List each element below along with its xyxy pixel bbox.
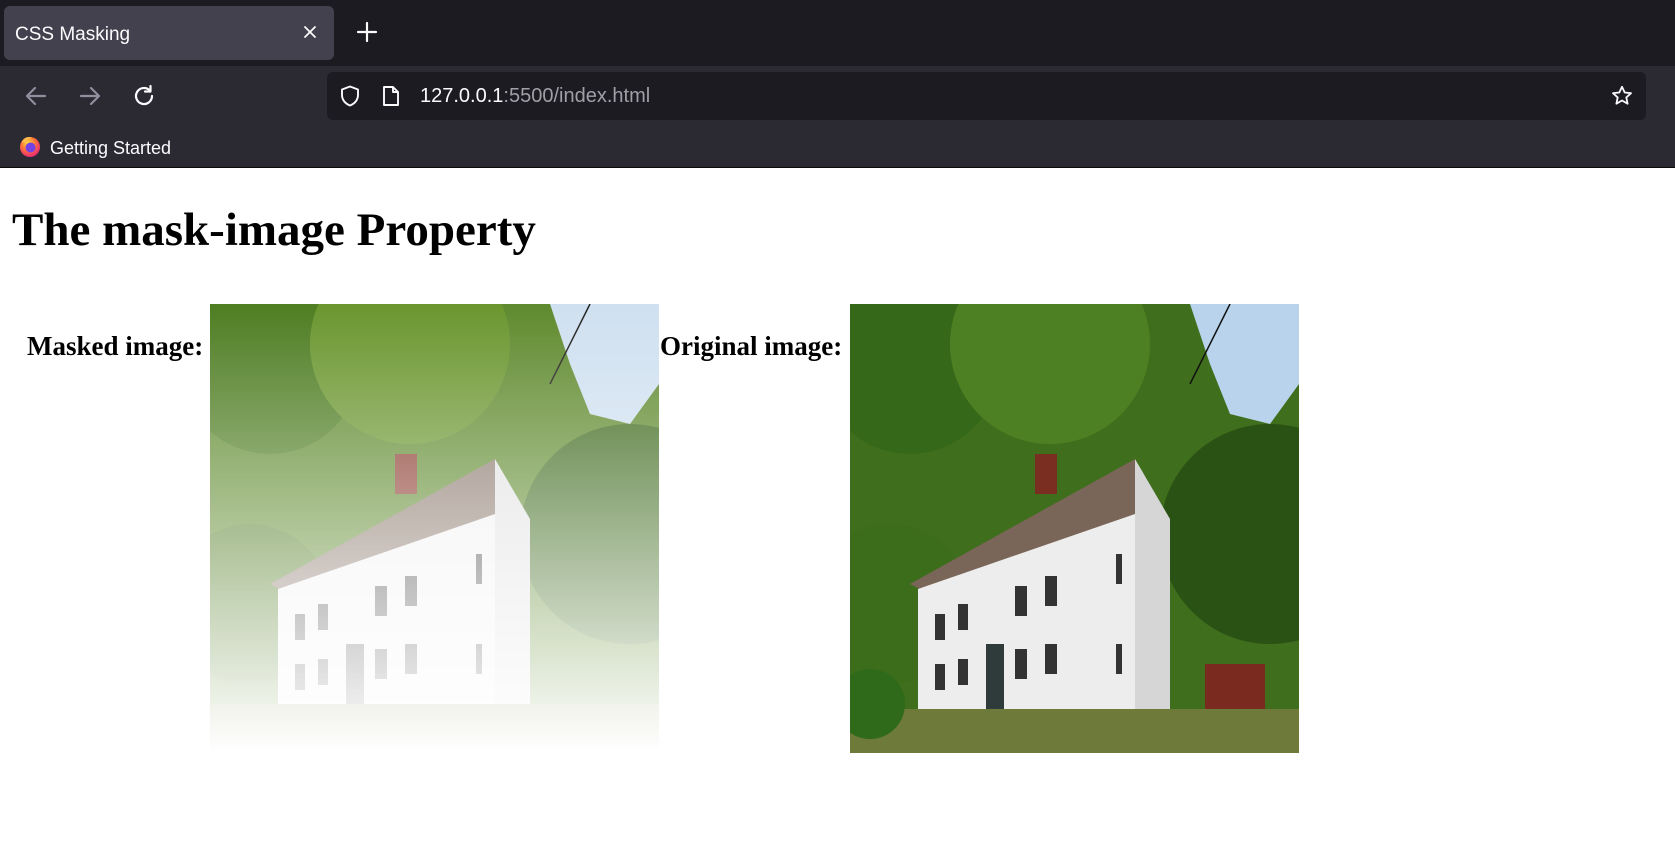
- original-house-image: [850, 304, 1299, 753]
- tab-strip: CSS Masking: [0, 0, 1675, 66]
- shield-icon[interactable]: [338, 84, 362, 108]
- page-title: The mask-image Property: [12, 204, 536, 256]
- original-image-label: Original image:: [660, 331, 843, 361]
- tab-css-masking[interactable]: CSS Masking: [4, 6, 334, 60]
- masked-image-label: Masked image:: [27, 331, 204, 361]
- url-host: 127.0.0.1: [420, 85, 504, 107]
- url-text[interactable]: 127.0.0.1:5500/index.html: [420, 85, 650, 108]
- bookmarks-toolbar: Getting Started: [0, 126, 1675, 168]
- bookmark-label: Getting Started: [50, 137, 172, 158]
- reload-icon[interactable]: [128, 80, 160, 112]
- navigation-toolbar: 127.0.0.1:5500/index.html: [0, 66, 1675, 126]
- firefox-icon: [18, 134, 42, 163]
- document-icon[interactable]: [379, 84, 403, 108]
- tab-title: CSS Masking: [15, 24, 131, 45]
- url-path: :5500/index.html: [503, 85, 651, 107]
- plus-icon[interactable]: [355, 20, 379, 44]
- bookmark-getting-started[interactable]: Getting Started: [18, 135, 171, 161]
- star-icon[interactable]: [1610, 84, 1634, 108]
- page-content: The mask-image Property Masked image: Or…: [0, 168, 1675, 856]
- url-bar[interactable]: 127.0.0.1:5500/index.html: [327, 72, 1646, 120]
- close-icon[interactable]: [300, 22, 320, 42]
- arrow-left-icon[interactable]: [20, 80, 52, 112]
- masked-house-image: [210, 304, 659, 753]
- arrow-right-icon[interactable]: [74, 80, 106, 112]
